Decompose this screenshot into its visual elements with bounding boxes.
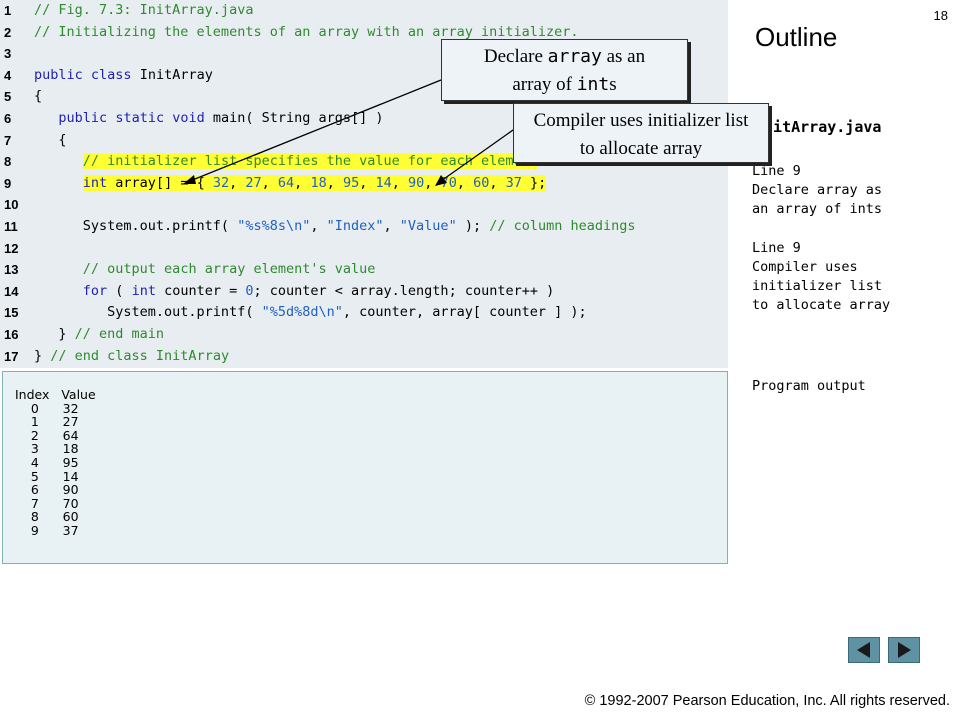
code-line: 15 System.out.printf( "%5d%8d\n", counte… — [0, 302, 728, 324]
output-row: 4 95 — [15, 455, 79, 470]
line-number: 11 — [4, 219, 18, 234]
code-text: public class InitArray — [34, 66, 213, 83]
line-number: 17 — [4, 348, 19, 364]
outline-note-program-output: Program output — [752, 378, 866, 394]
output-header: Index Value — [15, 387, 96, 402]
previous-slide-button[interactable] — [848, 637, 880, 663]
copyright-notice: © 1992-2007 Pearson Education, Inc. All … — [584, 693, 950, 709]
callout-declare-pre: Declare — [483, 46, 548, 67]
line-number: 15 — [4, 305, 19, 321]
output-row: 3 18 — [15, 441, 79, 457]
line-number: 13 — [4, 262, 19, 278]
line-number: 5 — [4, 89, 12, 105]
code-text: { — [34, 88, 43, 105]
callout-declare-mid: as an — [601, 46, 646, 67]
code-line: 13 // output each array element's value — [0, 259, 728, 281]
program-output: Index Value 0 32 1 27 2 64 3 18 4 95 5 1… — [2, 371, 728, 564]
line-number: 10 — [4, 197, 19, 213]
line-number: 7 — [4, 132, 12, 148]
code-text: int array[] = { 32, 27, 64, 18, 95, 14, … — [82, 174, 547, 191]
code-text: public static void main( String args[] ) — [58, 110, 384, 126]
callout-declare-line2-post: s — [609, 74, 617, 95]
code-line: 12 — [0, 238, 728, 260]
code-text: // Fig. 7.3: InitArray.java — [34, 2, 254, 18]
outline-note-line9-compiler: Line 9 Compiler uses initializer list to… — [752, 240, 891, 313]
line-number: 4 — [4, 67, 12, 83]
line-number: 8 — [4, 154, 12, 170]
code-text: { — [34, 131, 67, 148]
callout-compiler-line2: to allocate array — [579, 138, 703, 159]
next-slide-button[interactable] — [888, 637, 920, 663]
code-text: // output each array element's value — [82, 261, 376, 278]
line-number: 6 — [4, 111, 12, 126]
callout-declare-array: Declare array as an array of ints — [441, 39, 688, 101]
output-row: 2 64 — [15, 427, 79, 443]
line-number: 16 — [4, 327, 19, 342]
code-text: for ( int counter = 0; counter < array.l… — [82, 282, 555, 299]
code-line: 10 — [0, 194, 728, 216]
triangle-right-icon — [898, 642, 911, 658]
outline-note-line9-declare: Line 9 Declare array as an array of ints — [752, 163, 883, 217]
outline-title: Outline — [755, 22, 838, 52]
slide-number: 18 — [933, 8, 948, 23]
line-number: 12 — [4, 240, 19, 256]
code-text: } // end main — [34, 326, 165, 342]
triangle-left-icon — [857, 642, 870, 658]
code-text: // initializer list specifies the value … — [82, 153, 538, 170]
output-row: 7 70 — [15, 495, 79, 511]
callout-compiler-line1: Compiler uses initializer list — [533, 110, 749, 131]
callout-declare-line2-pre: array of — [512, 74, 577, 95]
callout-declare-code2: int — [576, 74, 610, 95]
code-line: 9 int array[] = { 32, 27, 64, 18, 95, 14… — [0, 173, 728, 195]
output-row: 1 27 — [15, 414, 79, 430]
code-line: 14 for ( int counter = 0; counter < arra… — [0, 281, 728, 303]
callout-compiler-initializer: Compiler uses initializer list to alloca… — [513, 103, 769, 163]
output-row: 0 32 — [15, 400, 79, 416]
line-number: 2 — [4, 24, 12, 40]
code-line: 17 } // end class InitArray — [0, 346, 728, 368]
code-text: System.out.printf( "%s%8s\n", "Index", "… — [34, 218, 636, 234]
output-row: 8 60 — [15, 509, 79, 525]
line-number: 14 — [4, 283, 19, 299]
outline-file-name: InitArray.java — [755, 118, 882, 136]
output-row: 5 14 — [15, 468, 79, 484]
output-row: 9 37 — [15, 523, 79, 538]
code-text: System.out.printf( "%5d%8d\n", counter, … — [34, 304, 587, 321]
line-number: 3 — [4, 46, 12, 62]
line-number: 1 — [4, 3, 12, 18]
code-text: } // end class InitArray — [34, 347, 230, 364]
output-row: 6 90 — [15, 482, 79, 498]
line-number: 9 — [4, 175, 12, 191]
code-line: 16 } // end main — [0, 324, 728, 346]
callout-declare-code: array — [547, 46, 602, 67]
code-line: 1 // Fig. 7.3: InitArray.java — [0, 0, 728, 22]
code-line: 11 System.out.printf( "%s%8s\n", "Index"… — [0, 216, 728, 238]
